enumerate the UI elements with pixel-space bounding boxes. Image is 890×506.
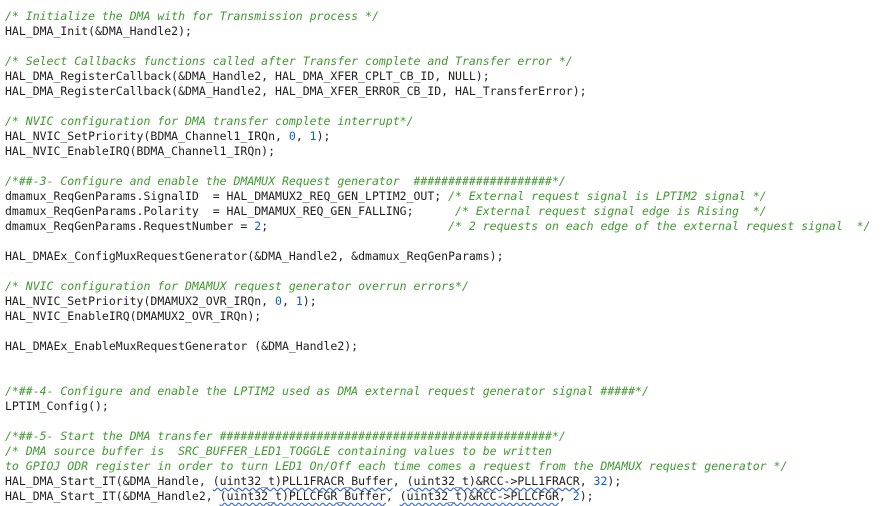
code-token: HAL_NVIC_SetPriority(BDMA_Channel1_IRQn, xyxy=(5,129,289,143)
code-token: dmamux_ReqGenParams.RequestNumber = xyxy=(5,219,255,233)
code-token: HAL_DMA_Start_IT(&DMA_Handle2, xyxy=(5,489,220,503)
code-token: HAL_NVIC_SetPriority(DMAMUX2_OVR_IRQn, xyxy=(5,294,276,308)
code-number: 0 xyxy=(288,129,296,143)
code-comment: /* NVIC configuration for DMA transfer c… xyxy=(5,114,414,128)
code-token: HAL_DMA_Start_IT(&DMA_Handle, xyxy=(5,474,213,488)
code-comment: /* Initialize the DMA with for Transmiss… xyxy=(5,9,379,23)
code-line[interactable]: to GPIOJ ODR register in order to turn L… xyxy=(5,459,787,474)
code-line[interactable]: HAL_DMA_RegisterCallback(&DMA_Handle2, H… xyxy=(5,69,490,84)
code-line[interactable]: dmamux_ReqGenParams.RequestNumber = 2; /… xyxy=(5,219,870,234)
code-number: 1 xyxy=(295,294,303,308)
code-token: HAL_NVIC_EnableIRQ(BDMA_Channel1_IRQn); xyxy=(5,144,276,158)
code-token: HAL_DMA_Init(&DMA_Handle2); xyxy=(5,24,192,38)
code-warning-token: (uint32_t)&RCC->PLLCFGR xyxy=(399,489,559,503)
code-token: ); xyxy=(302,294,317,308)
code-token: LPTIM_Config(); xyxy=(5,399,109,413)
code-token: HAL_DMA_RegisterCallback(&DMA_Handle2, H… xyxy=(5,69,490,83)
code-line[interactable]: HAL_NVIC_EnableIRQ(BDMA_Channel1_IRQn); xyxy=(5,144,275,159)
code-comment: to GPIOJ ODR register in order to turn L… xyxy=(5,459,788,473)
code-line[interactable]: /*##-5- Start the DMA transfer #########… xyxy=(5,429,566,444)
code-line[interactable]: HAL_DMA_Start_IT(&DMA_Handle2, (uint32_t… xyxy=(5,489,594,504)
code-token: ); xyxy=(607,474,622,488)
code-line[interactable]: /*##-4- Configure and enable the LPTIM2 … xyxy=(5,384,649,399)
code-token: dmamux_ReqGenParams.Polarity = HAL_DMAMU… xyxy=(5,204,456,218)
code-token: , xyxy=(579,474,594,488)
code-warning-token: (uint32_t)PLLCFGR_Buffer xyxy=(219,489,386,503)
code-token: ); xyxy=(579,489,594,503)
code-token: , xyxy=(281,294,296,308)
code-line[interactable]: /* NVIC configuration for DMA transfer c… xyxy=(5,114,414,129)
code-line[interactable]: dmamux_ReqGenParams.Polarity = HAL_DMAMU… xyxy=(5,204,767,219)
code-line[interactable]: HAL_DMAEx_EnableMuxRequestGenerator (&DM… xyxy=(5,339,358,354)
code-token: HAL_DMAEx_EnableMuxRequestGenerator (&DM… xyxy=(5,339,359,353)
code-comment: /*##-4- Configure and enable the LPTIM2 … xyxy=(5,384,649,398)
code-number: 2 xyxy=(572,489,580,503)
code-warning-token: (uint32_t)PLL1FRACR_Buffer xyxy=(212,474,393,488)
code-token: HAL_DMAEx_ConfigMuxRequestGenerator(&DMA… xyxy=(5,249,504,263)
code-token: ; xyxy=(261,219,449,233)
code-comment: /*##-3- Configure and enable the DMAMUX … xyxy=(5,174,566,188)
code-line[interactable]: HAL_DMA_Init(&DMA_Handle2); xyxy=(5,24,192,39)
code-comment: /*##-5- Start the DMA transfer #########… xyxy=(5,429,566,443)
code-number: 0 xyxy=(275,294,282,308)
code-line[interactable]: HAL_DMA_Start_IT(&DMA_Handle, (uint32_t)… xyxy=(5,474,621,489)
code-number: 1 xyxy=(309,129,317,143)
code-line[interactable]: HAL_NVIC_SetPriority(DMAMUX2_OVR_IRQn, 0… xyxy=(5,294,317,309)
code-token: , xyxy=(392,474,407,488)
code-token: , xyxy=(385,489,400,503)
code-number: 32 xyxy=(593,474,608,488)
code-token: HAL_DMA_RegisterCallback(&DMA_Handle2, H… xyxy=(5,84,587,98)
code-line[interactable]: /* Initialize the DMA with for Transmiss… xyxy=(5,9,379,24)
code-comment: /* External request signal edge is Risin… xyxy=(455,204,767,218)
code-line[interactable]: /*##-3- Configure and enable the DMAMUX … xyxy=(5,174,566,189)
code-line[interactable]: /* Select Callbacks functions called aft… xyxy=(5,54,573,69)
code-line[interactable]: /* NVIC configuration for DMAMUX request… xyxy=(5,279,469,294)
code-comment: /* Select Callbacks functions called aft… xyxy=(5,54,573,68)
code-line[interactable]: HAL_DMAEx_ConfigMuxRequestGenerator(&DMA… xyxy=(5,249,504,264)
code-comment: /* External request signal is LPTIM2 sig… xyxy=(448,189,767,203)
code-comment: /* 2 requests on each edge of the extern… xyxy=(448,219,871,233)
code-warning-token: (uint32_t)&RCC->PLL1FRACR xyxy=(406,474,580,488)
code-line[interactable]: LPTIM_Config(); xyxy=(5,399,109,414)
code-token: , xyxy=(558,489,573,503)
code-token: dmamux_ReqGenParams.SignalID = HAL_DMAMU… xyxy=(5,189,449,203)
code-comment: /* NVIC configuration for DMAMUX request… xyxy=(5,279,469,293)
code-token: ); xyxy=(316,129,331,143)
code-line[interactable]: HAL_NVIC_SetPriority(BDMA_Channel1_IRQn,… xyxy=(5,129,330,144)
code-token: HAL_NVIC_EnableIRQ(DMAMUX2_OVR_IRQn); xyxy=(5,309,262,323)
code-line[interactable]: /* DMA source buffer is SRC_BUFFER_LED1_… xyxy=(5,444,552,459)
code-line[interactable]: dmamux_ReqGenParams.SignalID = HAL_DMAMU… xyxy=(5,189,767,204)
code-comment: /* DMA source buffer is SRC_BUFFER_LED1_… xyxy=(5,444,552,458)
code-editor[interactable]: /* Initialize the DMA with for Transmiss… xyxy=(0,0,890,506)
code-token: , xyxy=(295,129,310,143)
code-line[interactable]: HAL_DMA_RegisterCallback(&DMA_Handle2, H… xyxy=(5,84,587,99)
code-line[interactable]: HAL_NVIC_EnableIRQ(DMAMUX2_OVR_IRQn); xyxy=(5,309,261,324)
